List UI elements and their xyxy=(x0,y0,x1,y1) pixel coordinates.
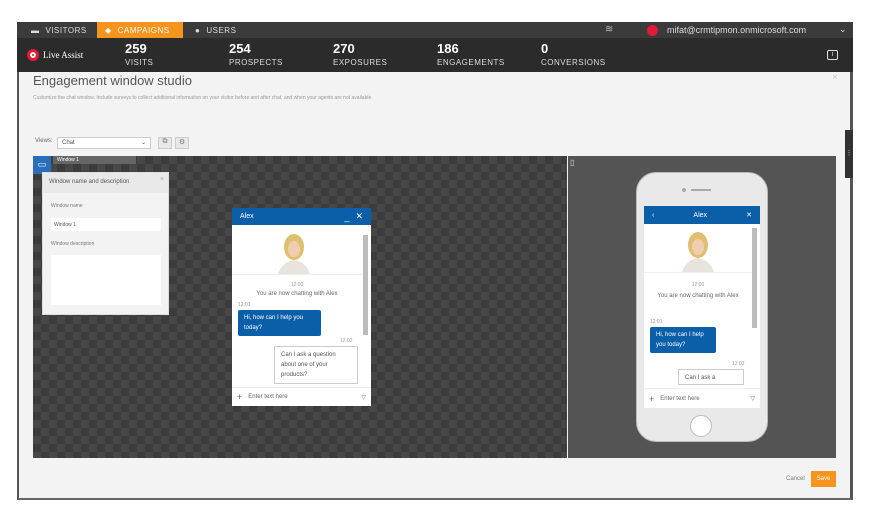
minimize-icon[interactable]: _ xyxy=(344,212,349,222)
tab-users[interactable]: ● USERS xyxy=(187,22,244,38)
stat-exposures: 270 EXPOSURES xyxy=(333,41,388,67)
close-icon[interactable]: × xyxy=(160,176,164,183)
save-button[interactable]: Save xyxy=(811,471,836,487)
system-message: You are now chatting with Alex xyxy=(657,293,739,299)
stats-bar: Live Assist 259 VISITS 254 PROSPECTS 270 EX… xyxy=(17,38,853,72)
chat-input-bar: + Enter text here ▽ xyxy=(232,387,371,406)
home-button[interactable] xyxy=(690,415,712,437)
chat-bubble-icon: ▬ xyxy=(31,25,40,35)
status-busy-icon[interactable] xyxy=(647,25,658,36)
window-name-input[interactable]: Window 1 xyxy=(51,218,161,231)
chat-input[interactable]: Enter text here xyxy=(660,396,699,402)
plus-icon[interactable]: + xyxy=(649,394,654,404)
chat-header: ‹ Alex ✕ xyxy=(644,206,760,224)
chat-header: Alex _ ✕ xyxy=(232,208,371,225)
copy-button[interactable]: ⧉ xyxy=(158,137,172,149)
chevron-down-icon: ⌄ xyxy=(140,140,146,146)
window-tab[interactable]: Window 1 xyxy=(53,156,136,164)
stat-visits: 259 VISITS xyxy=(125,41,154,67)
page-title: Engagement window studio xyxy=(33,73,192,88)
close-icon[interactable]: ✕ xyxy=(746,211,752,219)
chat-input[interactable]: Enter text here xyxy=(248,394,287,400)
agent-message: Hi, how can I help you today? xyxy=(238,310,321,336)
visitor-message: Can I ask a xyxy=(678,369,744,385)
speaker-icon xyxy=(691,189,711,191)
brand-logo: Live Assist xyxy=(27,49,83,61)
tag-icon: ◆ xyxy=(105,25,112,35)
send-icon[interactable]: ▽ xyxy=(750,395,755,402)
agent-message: Hi, how can I help you today? xyxy=(650,327,716,353)
views-label: Views: xyxy=(35,138,53,144)
page-subtitle: Customize the chat window. Include surve… xyxy=(33,95,373,101)
chevron-down-icon[interactable]: ⌄ xyxy=(839,24,847,35)
window-description-input[interactable] xyxy=(51,255,161,305)
window-settings-panel: Window name and description × Window nam… xyxy=(42,172,169,315)
send-icon[interactable]: ▽ xyxy=(361,394,366,401)
close-icon[interactable]: × xyxy=(832,72,838,83)
agent-avatar xyxy=(278,234,310,274)
user-icon: ● xyxy=(195,25,201,35)
info-icon[interactable]: i xyxy=(827,50,838,60)
stat-conversions: 0 CONVERSIONS xyxy=(541,41,606,67)
views-select[interactable]: Chat ⌄ xyxy=(57,137,151,149)
top-nav: ▬ VISITORS ◆ CAMPAIGNS ● USERS ≋ mifat@crmt… xyxy=(17,22,853,38)
chat-window-mobile: ‹ Alex ✕ 12:00 You are now chatting with A… xyxy=(644,206,760,408)
layers-icon[interactable]: ≋ xyxy=(605,24,614,35)
stat-prospects: 254 PROSPECTS xyxy=(229,41,283,67)
tab-visitors[interactable]: ▬ VISITORS xyxy=(23,22,95,38)
live-assist-logo-icon xyxy=(27,49,39,61)
tab-campaigns[interactable]: ◆ CAMPAIGNS xyxy=(97,22,183,38)
panel-title: Window name and description xyxy=(43,173,168,193)
close-icon[interactable]: ✕ xyxy=(355,211,363,222)
user-email[interactable]: mifat@crmtipmon.onmicrosoft.com xyxy=(667,25,806,35)
chat-scrollbar[interactable] xyxy=(363,235,368,335)
system-message: You are now chatting with Alex xyxy=(256,291,338,297)
window-name-label: Window name xyxy=(51,203,83,209)
camera-icon xyxy=(682,188,686,192)
visitor-message: Can I ask a question about one of your p… xyxy=(274,346,358,384)
mobile-icon[interactable]: ▯ xyxy=(570,158,580,170)
chat-input-bar: + Enter text here ▽ xyxy=(644,388,760,408)
stat-engagements: 186 ENGAGEMENTS xyxy=(437,41,505,67)
window-description-label: Window description xyxy=(51,241,95,247)
chat-window-desktop: Alex _ ✕ 12:00 You are now chatting with A… xyxy=(232,208,371,406)
settings-button[interactable]: ⚙ xyxy=(175,137,189,149)
plus-icon[interactable]: + xyxy=(237,392,242,402)
chat-scrollbar[interactable] xyxy=(752,228,757,328)
agent-avatar xyxy=(682,232,714,272)
side-handle[interactable]: ⋮ xyxy=(845,130,853,178)
cancel-button[interactable]: Cancel xyxy=(786,476,805,482)
